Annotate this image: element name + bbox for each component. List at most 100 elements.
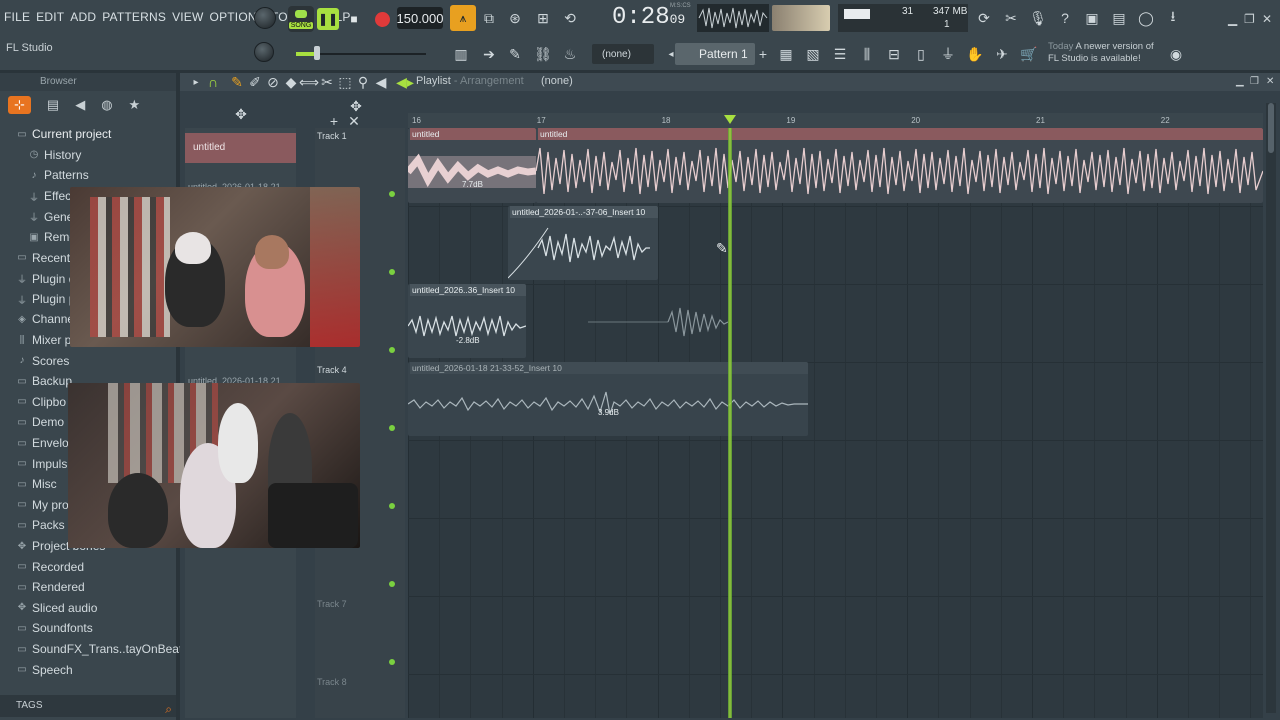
browser-item[interactable]: ▭ Recorded <box>16 560 84 574</box>
menu-view[interactable]: VIEW <box>172 10 203 24</box>
file-icon[interactable]: ▯ <box>910 43 932 65</box>
close-icon[interactable]: ✕ <box>1262 12 1272 26</box>
browser-item[interactable]: ▭ Current project <box>16 127 111 141</box>
browser-item[interactable]: ♪ Patterns <box>28 168 89 182</box>
record-button[interactable] <box>371 8 393 30</box>
playhead-marker[interactable] <box>724 115 736 124</box>
search-icon[interactable]: ⌕ <box>165 698 172 720</box>
track-mute-led[interactable] <box>389 269 395 275</box>
playlist-grid[interactable]: untitled 7.7dB untitled untitled_2026-01… <box>408 128 1263 718</box>
touch-controller-icon[interactable]: ✋ <box>964 43 986 65</box>
restore-icon[interactable]: ❐ <box>1244 12 1255 26</box>
playlist-maximize-icon[interactable]: ❐ <box>1250 76 1259 87</box>
menu-edit[interactable]: EDIT <box>36 10 64 24</box>
browser-item[interactable]: ⏚ Plugin p <box>16 292 75 307</box>
picker-view-icon[interactable]: ✥ <box>230 103 252 125</box>
stamp-icon[interactable]: ♨ <box>559 43 581 65</box>
browser-plugin-tab-icon[interactable]: ◀ <box>75 97 85 113</box>
browser-item[interactable]: ▭ Recent <box>16 251 70 265</box>
help-icon[interactable]: ? <box>1054 7 1076 29</box>
plugin-icon[interactable]: ⏚ <box>937 43 959 65</box>
browser-item[interactable]: ◈ Channe <box>16 312 74 326</box>
chat-icon[interactable]: ◯ <box>1135 7 1157 29</box>
browser-item[interactable]: ▭ Clipbo <box>16 395 66 409</box>
cut-icon[interactable]: ✂ <box>1000 7 1022 29</box>
piano-roll-icon[interactable]: ▥ <box>450 43 472 65</box>
browser-item[interactable]: ▣ Remo <box>28 230 76 244</box>
browser-item[interactable]: ⏚ Effec <box>28 189 71 204</box>
browser-item[interactable]: ▭ Packs <box>16 518 64 532</box>
browser-item[interactable]: ▭ Soundfonts <box>16 621 92 635</box>
browser-project-tab-icon[interactable]: ▤ <box>47 97 59 113</box>
picker-item[interactable]: untitled <box>185 133 296 163</box>
browser-library-tab-icon[interactable]: ◍ <box>101 97 112 113</box>
scrollbar-thumb[interactable] <box>1268 103 1274 153</box>
audio-clip[interactable]: untitled <box>536 128 1263 203</box>
track-name[interactable]: Track 4 <box>317 365 347 375</box>
menu-patterns[interactable]: PATTERNS <box>102 10 166 24</box>
magnet-icon[interactable]: ∩ <box>202 71 224 93</box>
plugin-picker-icon[interactable]: ✈ <box>991 43 1013 65</box>
browser-all-tab-icon[interactable]: ⊹ <box>8 96 31 114</box>
master-volume-knob[interactable] <box>254 7 276 29</box>
news-panel[interactable]: Today A newer version of FL Studio is av… <box>1048 41 1160 65</box>
master-pitch-knob[interactable] <box>254 42 274 62</box>
track-name[interactable]: Track 1 <box>317 131 347 141</box>
track-mute-led[interactable] <box>389 659 395 665</box>
menu-add[interactable]: ADD <box>70 10 96 24</box>
pause-button[interactable]: ❚❚ <box>317 8 339 30</box>
browser-item[interactable]: ▭ Speech <box>16 663 72 677</box>
audio-clip[interactable]: untitled_2026-01-18 21-33-52_Insert 10 3… <box>408 362 808 436</box>
channel-rack-icon[interactable]: ☰ <box>829 43 851 65</box>
playlist-minimize-icon[interactable]: ▁ <box>1236 76 1244 87</box>
track-mute-led[interactable] <box>389 503 395 509</box>
timeline-ruler[interactable]: 16 17 18 19 20 21 22 <box>408 113 1263 128</box>
song-mode-toggle[interactable]: SONG <box>288 6 314 32</box>
track-mute-led[interactable] <box>389 425 395 431</box>
audio-clip[interactable]: untitled_2026..36_Insert 10 -2.8dB <box>408 284 526 358</box>
browser-icon[interactable]: ⊟ <box>883 43 905 65</box>
browser-favorites-icon[interactable]: ★ <box>129 97 141 113</box>
browser-item[interactable]: ▭ Rendered <box>16 580 84 594</box>
playlist-close-icon[interactable]: ✕ <box>1266 76 1274 87</box>
vertical-scrollbar[interactable] <box>1266 103 1276 713</box>
playback-tool-icon[interactable]: ◀ <box>370 71 392 93</box>
pencil-icon[interactable]: ✎ <box>504 43 526 65</box>
track-mute-led[interactable] <box>389 191 395 197</box>
cart-icon[interactable]: 🛒 <box>1018 43 1040 65</box>
piano-roll-view-icon[interactable]: ▧ <box>802 43 824 65</box>
globe-icon[interactable]: ◉ <box>1165 43 1187 65</box>
browser-item[interactable]: ♪ Scores <box>16 354 70 368</box>
oscilloscope[interactable] <box>697 4 769 32</box>
mixer-icon[interactable]: ⫼ <box>856 43 878 65</box>
browser-item[interactable]: ◷ History <box>28 148 82 162</box>
browser-item[interactable]: ▭ Envelop <box>16 436 75 450</box>
pattern-selector[interactable]: Pattern 1 <box>675 43 755 65</box>
cpu-memory-panel[interactable]: 31 347 MB 1 <box>838 4 968 32</box>
minimize-icon[interactable]: ▁ <box>1228 12 1237 26</box>
audio-clip[interactable]: untitled_2026-01-..-37-06_Insert 10 <box>508 206 658 280</box>
track-mute-led[interactable] <box>389 347 395 353</box>
link-icon[interactable]: ⛓ <box>532 43 554 65</box>
master-slider-handle[interactable] <box>314 46 320 60</box>
browser-item[interactable]: ▭ Demo p <box>16 415 74 429</box>
stop-button[interactable]: ■ <box>343 8 365 30</box>
track-name[interactable]: Track 8 <box>317 677 347 687</box>
save-icon[interactable]: ▣ <box>1081 7 1103 29</box>
undo-icon[interactable]: ⟳ <box>973 7 995 29</box>
wait-for-input-icon[interactable]: ⧉ <box>478 7 500 29</box>
track-mute-led[interactable] <box>389 581 395 587</box>
tempo-display[interactable]: 150.000 <box>397 7 444 29</box>
browser-item[interactable]: ▭ Backup <box>16 374 72 388</box>
browser-item[interactable]: ▭ Impuls <box>16 457 67 471</box>
menu-file[interactable]: FILE <box>4 10 30 24</box>
countdown-icon[interactable]: ⊛ <box>504 7 526 29</box>
arrow-right-icon[interactable]: ➔ <box>478 43 500 65</box>
browser-item[interactable]: ▭ My pro <box>16 498 68 512</box>
playlist-view-icon[interactable]: ▦ <box>775 43 797 65</box>
playlist-arrow-icon[interactable]: ◀▸ <box>394 71 416 93</box>
add-pattern-icon[interactable]: + <box>752 43 774 65</box>
download-icon[interactable]: ⭳ <box>1162 7 1184 29</box>
browser-item[interactable]: ✥ Sliced audio <box>16 601 98 615</box>
playhead[interactable] <box>728 128 732 718</box>
